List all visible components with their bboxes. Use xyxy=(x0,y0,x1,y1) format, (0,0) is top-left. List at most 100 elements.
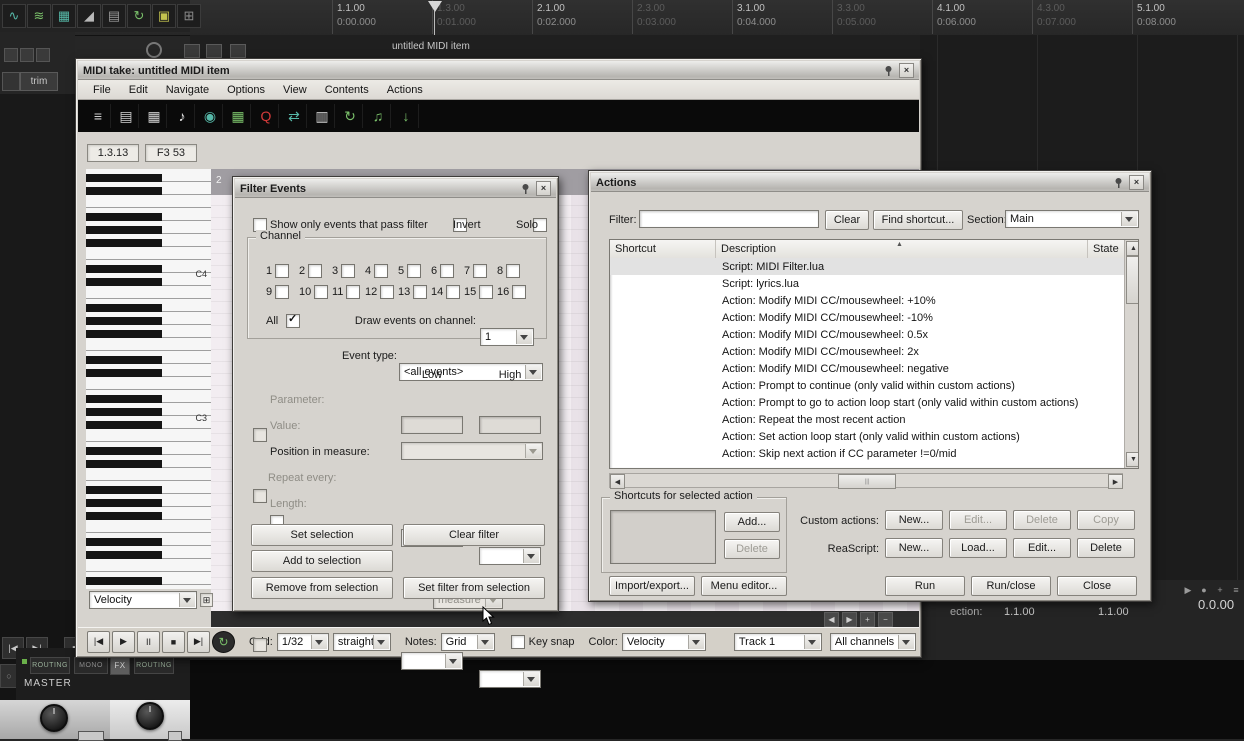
filter-input[interactable] xyxy=(639,210,819,228)
vertical-lines-icon[interactable]: ▥ xyxy=(310,104,335,128)
hscrollbar-thumb[interactable]: ||| xyxy=(838,474,896,489)
track-select[interactable]: Track 1 xyxy=(734,633,822,651)
pin-icon[interactable] xyxy=(882,64,895,77)
action-row[interactable]: Action: Modify MIDI CC/mousewheel: -10% xyxy=(610,309,1124,326)
cc-lane-add-icon[interactable]: ⊞ xyxy=(200,593,213,607)
channel-checkbox-4[interactable] xyxy=(374,264,388,278)
action-row[interactable]: Action: Modify MIDI CC/mousewheel: +10% xyxy=(610,292,1124,309)
grid-shape-select[interactable]: straight xyxy=(333,633,391,651)
action-row[interactable]: Action: Set action loop start (only vali… xyxy=(610,428,1124,445)
set-selection-button[interactable]: Set selection xyxy=(251,524,393,546)
menu-item-file[interactable]: File xyxy=(84,81,120,99)
sync-icon[interactable]: ↻ xyxy=(127,4,151,28)
record-icon[interactable]: ● xyxy=(1198,584,1210,596)
channel-select[interactable]: All channels xyxy=(830,633,916,651)
swap-channels-icon[interactable]: ⇄ xyxy=(282,104,307,128)
length-high-select[interactable] xyxy=(479,670,541,688)
pointer-wave-icon[interactable]: ∿ xyxy=(2,4,26,28)
delete-shortcut-button[interactable]: Delete xyxy=(724,539,780,559)
custom-new-button[interactable]: New... xyxy=(885,510,943,530)
menu-item-view[interactable]: View xyxy=(274,81,316,99)
quantize-icon[interactable]: Q xyxy=(254,104,279,128)
event-list-icon[interactable]: ▦ xyxy=(142,104,167,128)
channel-checkbox-16[interactable] xyxy=(512,285,526,299)
scroll-right-icon[interactable]: ▶ xyxy=(1108,474,1123,489)
action-row[interactable]: Action: Repeat the most recent action xyxy=(610,411,1124,428)
close-button[interactable]: × xyxy=(899,63,914,78)
master-pan-knob[interactable] xyxy=(40,704,68,732)
channel-checkbox-11[interactable] xyxy=(346,285,360,299)
scroll-up-icon[interactable]: ▲ xyxy=(1126,241,1139,256)
master-fx-button[interactable]: FX xyxy=(110,655,130,675)
custom-copy-button[interactable]: Copy xyxy=(1077,510,1135,530)
shortcut-list[interactable] xyxy=(610,510,716,564)
selection-start-value[interactable]: 1.1.00 xyxy=(1004,606,1035,618)
channel-checkbox-6[interactable] xyxy=(440,264,454,278)
play-icon[interactable]: ▶ xyxy=(1182,584,1194,596)
knob-icon[interactable] xyxy=(146,42,162,58)
actions-hscrollbar[interactable]: ◀ ||| ▶ xyxy=(609,473,1123,488)
playhead-marker[interactable] xyxy=(428,1,442,12)
actions-titlebar[interactable]: Actions × xyxy=(591,173,1149,192)
channel-checkbox-8[interactable] xyxy=(506,264,520,278)
action-row[interactable]: Action: Modify MIDI CC/mousewheel: negat… xyxy=(610,360,1124,377)
action-row[interactable]: Action: Skip next action if CC parameter… xyxy=(610,445,1124,462)
go-end-button[interactable]: ▶| xyxy=(187,631,210,653)
master-mute-led[interactable] xyxy=(22,659,27,664)
custom-edit-button[interactable]: Edit... xyxy=(949,510,1007,530)
preview-notes-icon[interactable]: ♫ xyxy=(366,104,391,128)
set-filter-from-selection-button[interactable]: Set filter from selection xyxy=(403,577,545,599)
clear-filter-button[interactable]: Clear filter xyxy=(403,524,545,546)
column-shortcut[interactable]: Shortcut xyxy=(610,240,716,258)
metronome-icon[interactable]: ⊞ xyxy=(177,4,201,28)
panel-mini-icon[interactable] xyxy=(4,48,18,62)
key-snap-checkbox[interactable] xyxy=(511,635,525,649)
position-high-select[interactable] xyxy=(479,547,541,565)
notes-select[interactable]: Grid xyxy=(441,633,495,651)
channel-checkbox-15[interactable] xyxy=(479,285,493,299)
master-width-knob[interactable] xyxy=(136,702,164,730)
channel-checkbox-9[interactable] xyxy=(275,285,289,299)
go-start-button[interactable]: |◀ xyxy=(87,631,110,653)
import-export-button[interactable]: Import/export... xyxy=(609,576,695,596)
item-grid-icon[interactable]: ▦ xyxy=(52,4,76,28)
draw-channel-select[interactable]: 1 xyxy=(480,328,534,346)
mini-dropdown[interactable] xyxy=(78,731,104,741)
midi-editor-titlebar[interactable]: MIDI take: untitled MIDI item × xyxy=(78,61,919,80)
channel-checkbox-7[interactable] xyxy=(473,264,487,278)
section-select[interactable]: Main xyxy=(1005,210,1139,228)
close-button[interactable]: × xyxy=(536,181,551,196)
envelope-mini-icon[interactable] xyxy=(2,72,20,91)
reascript-new-button[interactable]: New... xyxy=(885,538,943,558)
custom-delete-button[interactable]: Delete xyxy=(1013,510,1071,530)
close-button[interactable]: Close xyxy=(1057,576,1137,596)
column-state[interactable]: State xyxy=(1088,240,1124,258)
menu-item-options[interactable]: Options xyxy=(218,81,274,99)
menu-editor-button[interactable]: Menu editor... xyxy=(701,576,787,596)
action-row[interactable]: Script: MIDI Filter.lua xyxy=(610,258,1124,275)
master-routing2-button[interactable]: ROUTING xyxy=(134,657,174,674)
envelope-icon[interactable]: ◢ xyxy=(77,4,101,28)
sync-icon[interactable]: ↻ xyxy=(338,104,363,128)
add-icon[interactable]: + xyxy=(1214,584,1226,596)
filter-events-titlebar[interactable]: Filter Events × xyxy=(235,179,556,198)
add-to-selection-button[interactable]: Add to selection xyxy=(251,550,393,572)
pause-button[interactable]: II xyxy=(137,631,160,653)
run-button[interactable]: Run xyxy=(885,576,965,596)
panel-mini-icon[interactable] xyxy=(36,48,50,62)
value-checkbox[interactable] xyxy=(253,489,267,503)
loop-button[interactable]: ↻ xyxy=(212,631,235,653)
all-checkbox[interactable] xyxy=(286,314,300,328)
toggle-box-icon[interactable] xyxy=(184,44,200,58)
reascript-delete-button[interactable]: Delete xyxy=(1077,538,1135,558)
cc-lane-select[interactable]: Velocity xyxy=(89,591,197,609)
play-button[interactable]: ▶ xyxy=(112,631,135,653)
channel-checkbox-12[interactable] xyxy=(380,285,394,299)
scroll-right-button[interactable]: ▶ xyxy=(842,612,857,627)
mini-box[interactable] xyxy=(168,731,182,741)
toggle-box-icon[interactable] xyxy=(230,44,246,58)
channel-checkbox-3[interactable] xyxy=(341,264,355,278)
action-row[interactable]: Action: Prompt to continue (only valid w… xyxy=(610,377,1124,394)
length-low-select[interactable] xyxy=(401,652,463,670)
reascript-edit-button[interactable]: Edit... xyxy=(1013,538,1071,558)
